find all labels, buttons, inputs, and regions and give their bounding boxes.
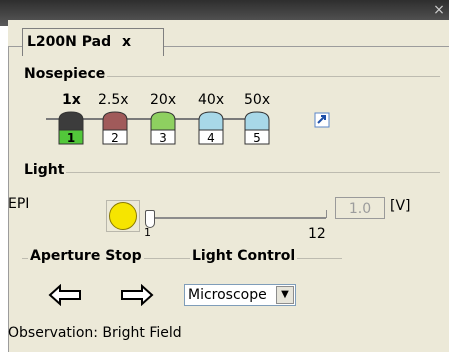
tab-label: L200N Pad — [27, 34, 112, 50]
popout-arrow-icon[interactable] — [314, 112, 330, 128]
lamp-intensity-slider[interactable] — [150, 217, 326, 219]
light-control-heading: Light Control — [190, 248, 298, 264]
tab-close-icon[interactable]: x — [122, 34, 131, 50]
slider-max-label: 12 — [308, 226, 326, 242]
objective-number: 1 — [67, 131, 75, 145]
aperture-open-arrow-icon[interactable] — [120, 284, 154, 306]
epi-lamp-toggle-button[interactable] — [106, 200, 140, 232]
slider-max-tick — [326, 210, 327, 218]
slider-min-label: 1 — [144, 226, 151, 239]
objective-number: 5 — [253, 131, 261, 145]
light-heading: Light — [22, 162, 67, 178]
objective-label: 40x — [198, 92, 225, 108]
objective-5-button[interactable]: 5 — [242, 110, 272, 146]
lamp-indicator-icon — [109, 202, 137, 230]
objective-number: 2 — [111, 131, 119, 145]
objective-cap-icon — [102, 111, 128, 131]
light-control-selected-value: Microscope — [188, 287, 267, 303]
window-close-icon[interactable]: × — [433, 3, 445, 17]
voltage-unit: [V] — [390, 198, 411, 214]
tab-l200n-pad[interactable]: L200N Pad x — [22, 28, 164, 56]
objective-cap-icon — [58, 111, 84, 131]
objective-2-button[interactable]: 2 — [100, 110, 130, 146]
objective-cap-icon — [150, 111, 176, 131]
observation-status: Observation: Bright Field — [8, 325, 182, 341]
objective-number: 4 — [207, 131, 215, 145]
light-divider — [22, 172, 440, 173]
objective-label: 20x — [150, 92, 177, 108]
voltage-field: 1.0 — [335, 197, 385, 219]
objective-label: 1x — [62, 92, 81, 108]
nosepiece-heading: Nosepiece — [22, 66, 108, 82]
epi-label: EPI — [8, 196, 30, 212]
objective-cap-icon — [244, 111, 270, 131]
aperture-heading: Aperture Stop — [28, 248, 144, 264]
chevron-down-icon[interactable]: ▼ — [276, 286, 294, 304]
objective-3-button[interactable]: 3 — [148, 110, 178, 146]
objective-label: 2.5x — [98, 92, 129, 108]
objective-label: 50x — [244, 92, 271, 108]
objective-4-button[interactable]: 4 — [196, 110, 226, 146]
aperture-close-arrow-icon[interactable] — [48, 284, 82, 306]
objective-1-button[interactable]: 1 — [56, 110, 86, 146]
objective-cap-icon — [198, 111, 224, 131]
objective-number: 3 — [159, 131, 167, 145]
light-control-select[interactable]: Microscope ▼ — [184, 284, 296, 306]
